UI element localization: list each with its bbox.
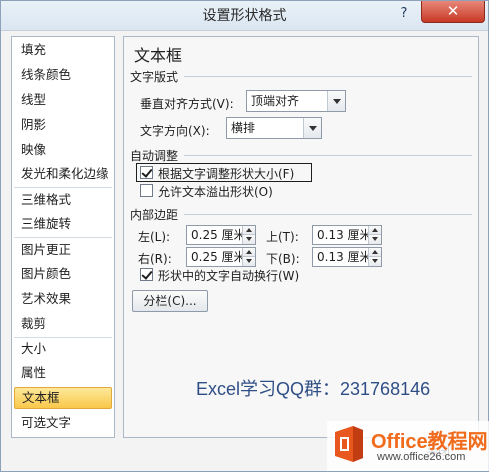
spin-down-icon[interactable]	[243, 235, 255, 244]
nav-item-picture-color[interactable]: 图片颜色	[14, 263, 112, 285]
top-margin-value: 0.13 厘米	[317, 228, 372, 242]
top-margin-spinner[interactable]: 0.13 厘米	[312, 225, 382, 245]
top-margin-label: 上(T):	[266, 230, 299, 244]
nav-item-text-box[interactable]: 文本框	[14, 387, 112, 409]
nav-item-size[interactable]: 大小	[14, 338, 112, 360]
allow-overflow-checkbox[interactable]	[140, 184, 153, 197]
spin-buttons	[368, 226, 381, 244]
spin-buttons	[242, 248, 255, 266]
logo-brand-text: Office教程网	[371, 431, 488, 453]
spin-down-icon[interactable]	[369, 257, 381, 266]
title-bar[interactable]: 设置形状格式 ? ✕	[1, 1, 488, 31]
watermark-text: Excel学习QQ群：231768146	[196, 379, 431, 399]
nav-item-shadow[interactable]: 阴影	[14, 114, 112, 136]
spin-up-icon[interactable]	[369, 248, 381, 257]
nav-separator	[14, 237, 112, 238]
nav-item-artistic-effects[interactable]: 艺术效果	[14, 288, 112, 310]
bottom-margin-value: 0.13 厘米	[317, 250, 372, 264]
office-logo-watermark: Office教程网 www.office26.com	[327, 421, 489, 471]
nav-item-3d-format[interactable]: 三维格式	[14, 189, 112, 211]
bottom-margin-label: 下(B):	[266, 252, 300, 266]
close-button[interactable]: ✕	[421, 1, 485, 23]
office-logo-icon	[335, 426, 363, 462]
chevron-down-icon[interactable]	[303, 118, 321, 138]
group-divider	[184, 155, 472, 156]
nav-item-3d-rotation[interactable]: 三维旋转	[14, 213, 112, 235]
left-margin-label: 左(L):	[138, 230, 171, 244]
vertical-align-dropdown[interactable]: 顶端对齐	[246, 90, 346, 112]
right-margin-spinner[interactable]: 0.25 厘米	[186, 247, 256, 267]
nav-item-line-color[interactable]: 线条颜色	[14, 64, 112, 86]
nav-separator	[14, 187, 112, 188]
wrap-text-label[interactable]: 形状中的文字自动换行(W)	[158, 267, 299, 284]
resize-shape-label[interactable]: 根据文字调整形状大小(F)	[158, 165, 294, 182]
spin-buttons	[242, 226, 255, 244]
nav-item-picture-corrections[interactable]: 图片更正	[14, 239, 112, 261]
resize-shape-checkbox[interactable]	[140, 166, 153, 179]
text-direction-value: 横排	[231, 121, 256, 135]
vertical-align-label: 垂直对齐方式(V):	[140, 97, 234, 111]
nav-item-crop[interactable]: 裁剪	[14, 313, 112, 335]
group-divider	[184, 76, 472, 77]
spin-up-icon[interactable]	[243, 226, 255, 235]
group-label-internal-margin: 内部边距	[130, 208, 179, 222]
nav-item-reflection[interactable]: 映像	[14, 139, 112, 161]
nav-item-fill[interactable]: 填充	[14, 39, 112, 61]
right-margin-label: 右(R):	[138, 252, 172, 266]
left-margin-spinner[interactable]: 0.25 厘米	[186, 225, 256, 245]
chevron-down-icon[interactable]	[327, 91, 345, 111]
allow-overflow-label[interactable]: 允许文本溢出形状(O)	[158, 183, 273, 200]
format-shape-dialog: 设置形状格式 ? ✕ 填充 线条颜色 线型 阴影 映像 发光和柔化边缘 三维格式…	[0, 0, 489, 472]
bottom-margin-spinner[interactable]: 0.13 厘米	[312, 247, 382, 267]
nav-item-properties[interactable]: 属性	[14, 362, 112, 384]
category-list: 填充 线条颜色 线型 阴影 映像 发光和柔化边缘 三维格式 三维旋转 图片更正 …	[11, 36, 115, 438]
text-direction-dropdown[interactable]: 横排	[226, 117, 322, 139]
spin-down-icon[interactable]	[369, 235, 381, 244]
spin-down-icon[interactable]	[243, 257, 255, 266]
help-button[interactable]: ?	[391, 4, 417, 24]
vertical-align-value: 顶端对齐	[251, 94, 300, 108]
wrap-text-checkbox[interactable]	[140, 268, 153, 281]
text-direction-label: 文字方向(X):	[140, 124, 210, 138]
spin-up-icon[interactable]	[369, 226, 381, 235]
nav-item-glow[interactable]: 发光和柔化边缘	[14, 163, 112, 185]
group-label-text-layout: 文字版式	[130, 70, 179, 84]
left-margin-value: 0.25 厘米	[191, 228, 246, 242]
group-divider	[184, 214, 472, 215]
group-label-autofit: 自动调整	[130, 149, 179, 163]
spin-up-icon[interactable]	[243, 248, 255, 257]
nav-item-alt-text[interactable]: 可选文字	[14, 412, 112, 434]
right-margin-value: 0.25 厘米	[191, 250, 246, 264]
logo-url-text: www.office26.com	[377, 451, 466, 463]
columns-button[interactable]: 分栏(C)...	[132, 290, 208, 312]
spin-buttons	[368, 248, 381, 266]
nav-item-line-style[interactable]: 线型	[14, 89, 112, 111]
panel-heading: 文本框	[134, 46, 183, 65]
